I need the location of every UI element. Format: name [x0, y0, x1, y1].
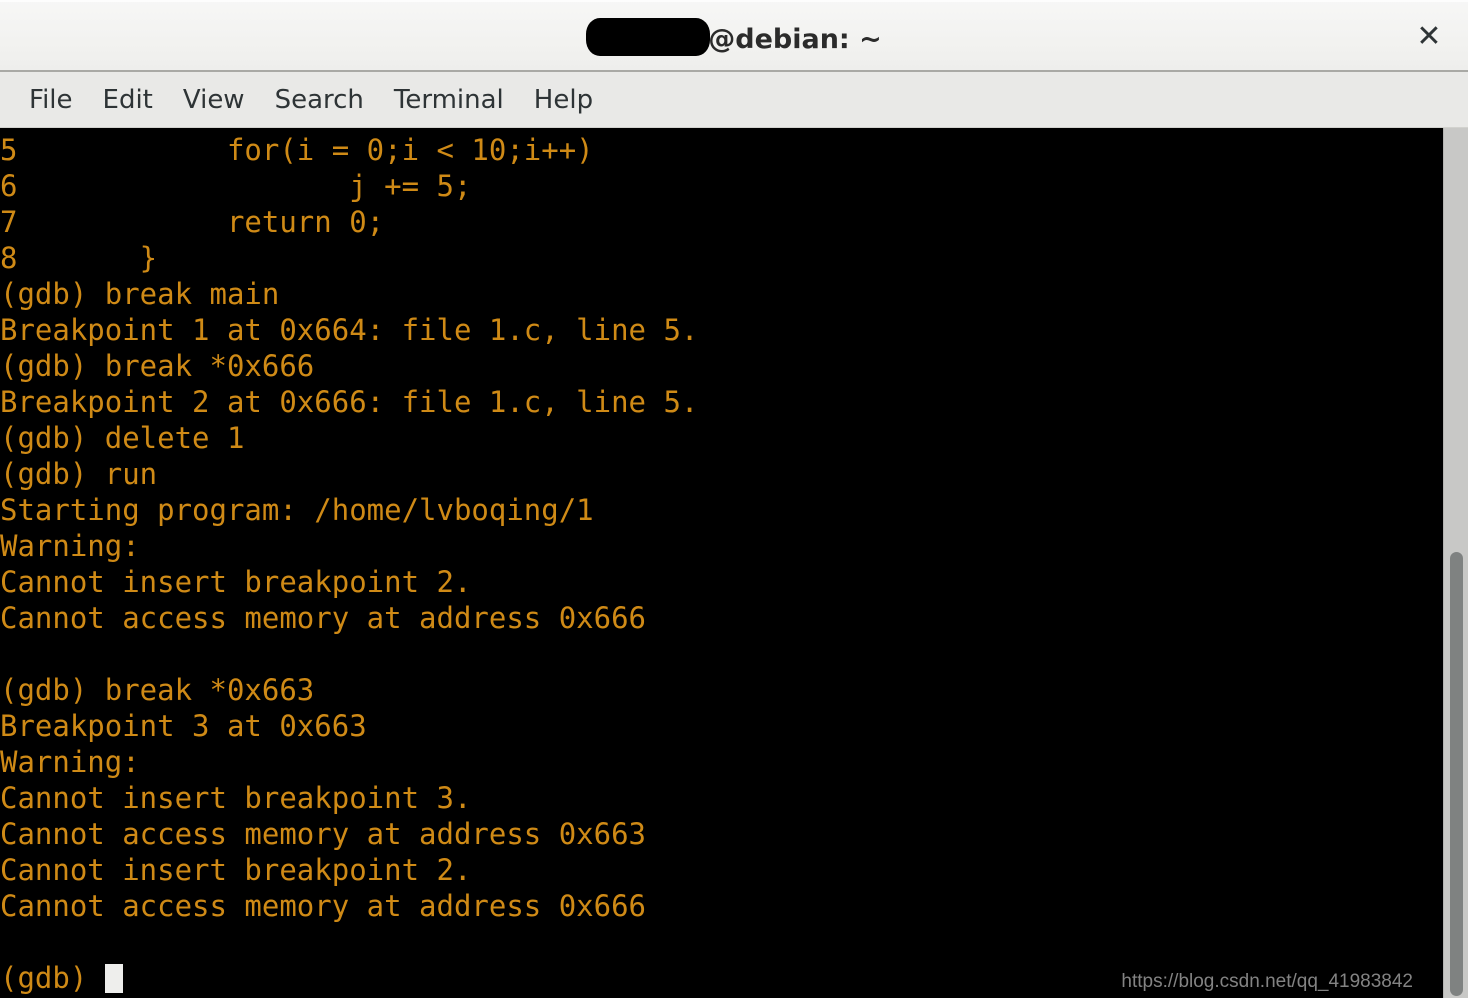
terminal-line: Warning: — [0, 745, 140, 779]
menu-view[interactable]: View — [168, 81, 260, 119]
close-icon[interactable]: ✕ — [1410, 18, 1448, 56]
terminal-line: (gdb) break *0x666 — [0, 349, 315, 383]
terminal-line: Cannot access memory at address 0x666 — [0, 889, 647, 923]
terminal-line: Breakpoint 1 at 0x664: file 1.c, line 5. — [0, 313, 699, 347]
title-bar: @debian: ~ ✕ — [0, 0, 1468, 72]
terminal-line: (gdb) run — [0, 457, 158, 491]
terminal-line: 7 return 0; — [0, 205, 385, 239]
redacted-username-block — [586, 18, 711, 56]
menu-search[interactable]: Search — [260, 81, 379, 119]
terminal-line: Cannot insert breakpoint 3. — [0, 781, 472, 815]
terminal-line: 5 for(i = 0;i < 10;i++) — [0, 133, 594, 167]
terminal-line: Cannot insert breakpoint 2. — [0, 853, 472, 887]
terminal-line: (gdb) break main — [0, 277, 280, 311]
text-cursor — [104, 964, 123, 993]
menu-terminal[interactable]: Terminal — [379, 81, 519, 119]
terminal-line: Cannot access memory at address 0x666 — [0, 601, 647, 635]
window-title: @debian: ~ — [0, 18, 1468, 56]
window-title-text: @debian: ~ — [708, 24, 882, 55]
terminal-line: Breakpoint 2 at 0x666: file 1.c, line 5. — [0, 385, 699, 419]
terminal-window: @debian: ~ ✕ File Edit View Search Termi… — [0, 0, 1468, 998]
terminal-line: 8 } — [0, 241, 158, 275]
terminal-line: Warning: — [0, 529, 140, 563]
menu-help[interactable]: Help — [519, 81, 608, 119]
terminal-line: Breakpoint 3 at 0x663 — [0, 709, 367, 743]
terminal-area: 5 for(i = 0;i < 10;i++) 6 j += 5; 7 return… — [0, 128, 1468, 998]
terminal-line: (gdb) delete 1 — [0, 421, 245, 455]
terminal-line: Cannot insert breakpoint 2. — [0, 565, 472, 599]
menu-bar: File Edit View Search Terminal Help — [0, 72, 1468, 128]
gdb-prompt: (gdb) — [0, 961, 105, 995]
terminal-line: (gdb) break *0x663 — [0, 673, 315, 707]
terminal-output: 5 for(i = 0;i < 10;i++) 6 j += 5; 7 return… — [0, 132, 1443, 996]
terminal-screen[interactable]: 5 for(i = 0;i < 10;i++) 6 j += 5; 7 return… — [0, 128, 1443, 998]
titlebar-highlight — [0, 0, 1468, 2]
terminal-line: Starting program: /home/lvboqing/1 — [0, 493, 594, 527]
scrollbar-thumb[interactable] — [1450, 552, 1463, 996]
menu-file[interactable]: File — [14, 81, 88, 119]
terminal-scrollbar[interactable] — [1443, 128, 1468, 998]
terminal-prompt-line[interactable]: (gdb) — [0, 960, 1443, 996]
terminal-line: 6 j += 5; — [0, 169, 472, 203]
menu-edit[interactable]: Edit — [88, 81, 168, 119]
terminal-line: Cannot access memory at address 0x663 — [0, 817, 647, 851]
